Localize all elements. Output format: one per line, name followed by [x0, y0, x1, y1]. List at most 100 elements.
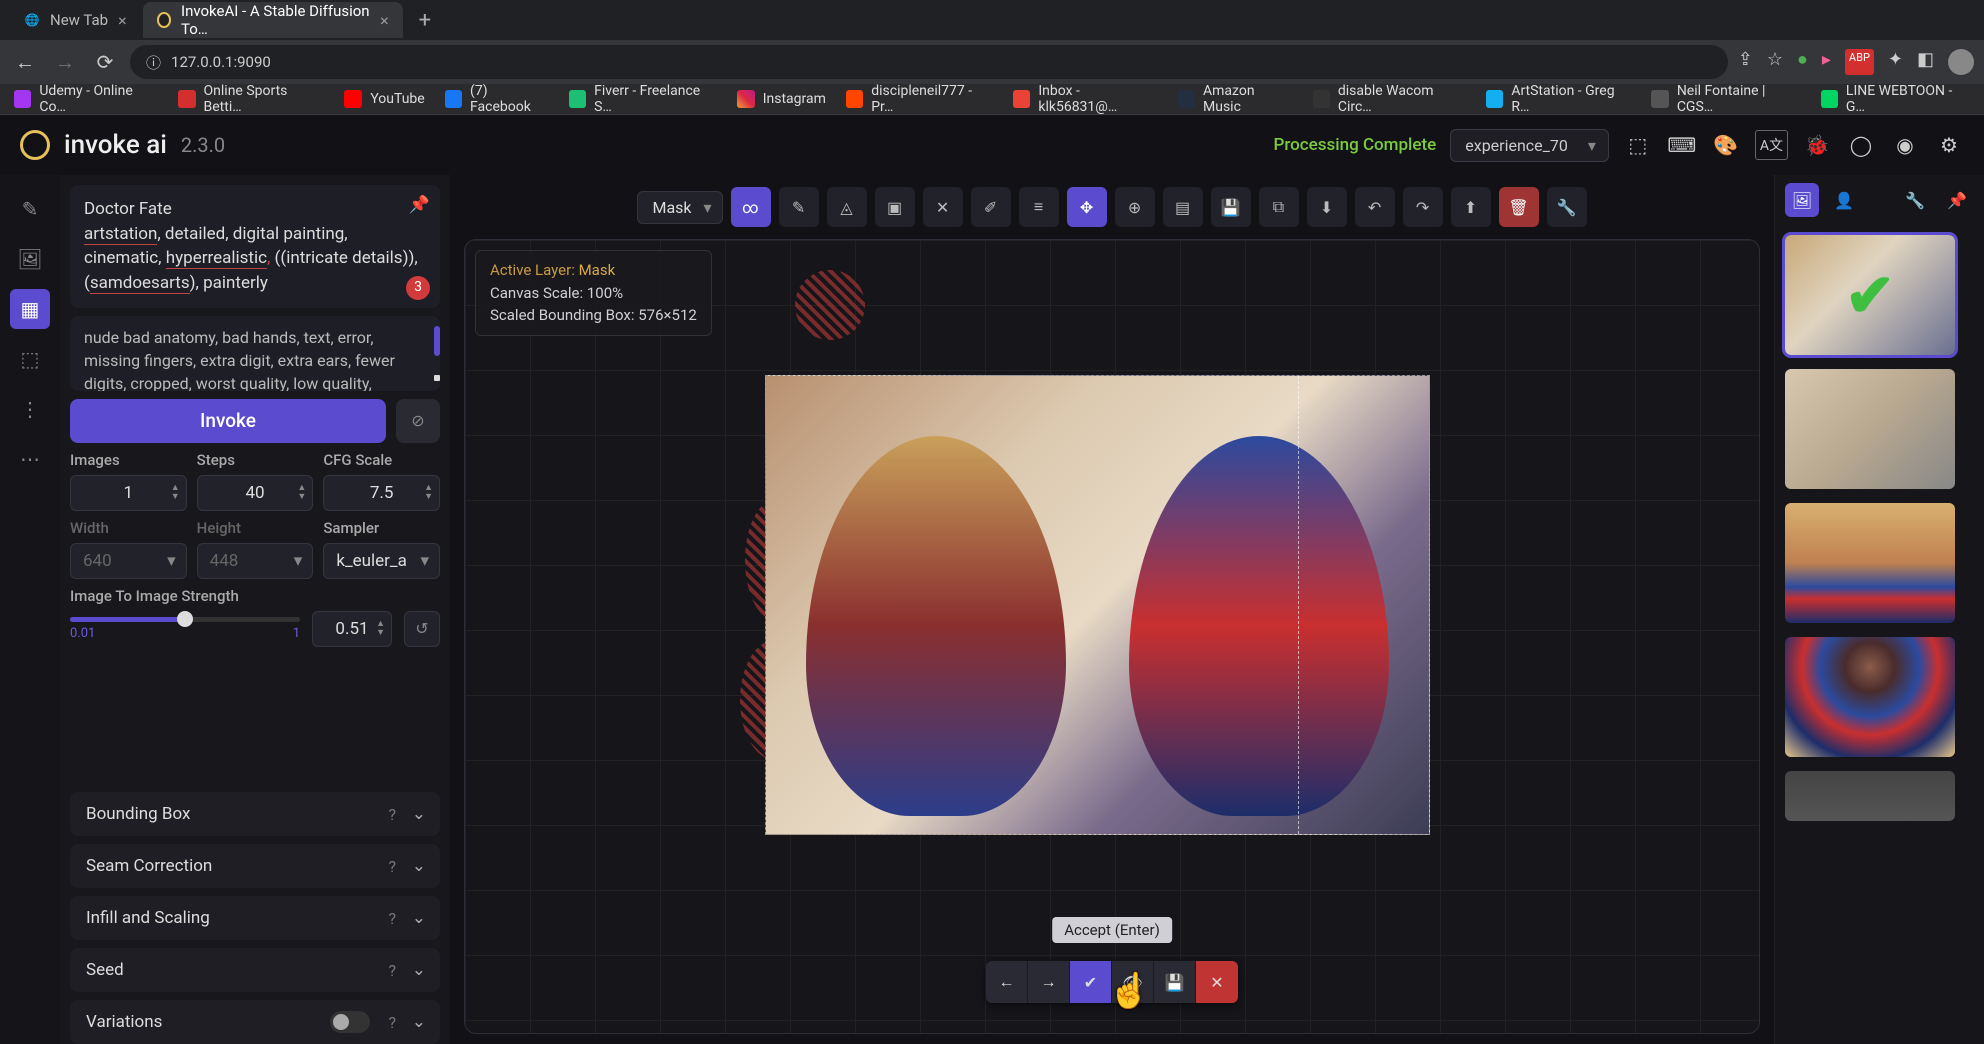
- share-icon[interactable]: ⇪: [1738, 49, 1753, 75]
- brush-options-button[interactable]: ≡: [1019, 187, 1059, 227]
- download-button[interactable]: ⬇: [1307, 187, 1347, 227]
- gallery-thumbnail[interactable]: ✔: [1785, 235, 1955, 355]
- bookmark[interactable]: YouTube: [344, 90, 424, 108]
- gallery-thumbnail[interactable]: [1785, 637, 1955, 757]
- back-button[interactable]: ←: [10, 47, 40, 77]
- bookmark[interactable]: LINE WEBTOON - G…: [1821, 84, 1970, 115]
- negative-prompt-input[interactable]: nude bad anatomy, bad hands, text, error…: [70, 316, 440, 391]
- invoke-button[interactable]: Invoke: [70, 399, 386, 443]
- images-input[interactable]: 1▲▼: [70, 475, 187, 511]
- bookmark[interactable]: discipleneil777 - Pr…: [846, 84, 993, 115]
- ext-icon[interactable]: ▸: [1822, 49, 1831, 75]
- staging-save-button[interactable]: 💾: [1154, 961, 1196, 1003]
- staging-prev-button[interactable]: ←: [986, 961, 1028, 1003]
- infill-scaling-accordion[interactable]: Infill and Scaling?⌄: [70, 896, 440, 940]
- canvas-viewport[interactable]: Active Layer: Mask Canvas Scale: 100% Sc…: [464, 239, 1760, 1034]
- clear-canvas-button[interactable]: 🗑: [1499, 187, 1539, 227]
- i2i-strength-input[interactable]: 0.51▲▼: [312, 611, 392, 647]
- staging-toggle-button[interactable]: 👁: [1112, 961, 1154, 1003]
- txt2img-tab[interactable]: ✎: [10, 189, 50, 229]
- variations-accordion[interactable]: Variations?⌄: [70, 1000, 440, 1044]
- bug-icon[interactable]: 🐞: [1802, 130, 1832, 160]
- generated-image[interactable]: [765, 375, 1430, 835]
- gallery-thumbnail[interactable]: [1785, 771, 1955, 821]
- seam-correction-accordion[interactable]: Seam Correction?⌄: [70, 844, 440, 888]
- site-info-icon[interactable]: ⓘ: [146, 52, 161, 73]
- height-select[interactable]: 448: [197, 543, 314, 579]
- profile-icon[interactable]: [1948, 49, 1974, 75]
- cfg-input[interactable]: 7.5▲▼: [323, 475, 440, 511]
- bookmark[interactable]: Fiverr - Freelance S…: [569, 84, 717, 115]
- mask-options-button[interactable]: ∞: [731, 187, 771, 227]
- img2img-tab[interactable]: 🖼: [10, 239, 50, 279]
- eraser-tool[interactable]: ◬: [827, 187, 867, 227]
- scrollbar[interactable]: [434, 326, 440, 381]
- reset-button[interactable]: ↺: [404, 611, 440, 647]
- save-to-gallery-button[interactable]: 💾: [1211, 187, 1251, 227]
- positive-prompt-input[interactable]: 📌 Doctor Fate artstation, detailed, digi…: [70, 185, 440, 308]
- stepper-icon[interactable]: ▲▼: [171, 484, 180, 502]
- forward-button[interactable]: →: [50, 47, 80, 77]
- model-select[interactable]: experience_70: [1450, 129, 1609, 162]
- variations-toggle[interactable]: [330, 1011, 370, 1033]
- brush-tool[interactable]: ✎: [779, 187, 819, 227]
- bookmark-icon[interactable]: ☆: [1767, 49, 1783, 75]
- theme-icon[interactable]: 🎨: [1711, 130, 1741, 160]
- info-icon[interactable]: ?: [388, 1013, 396, 1032]
- steps-input[interactable]: 40▲▼: [197, 475, 314, 511]
- bookmark[interactable]: Amazon Music: [1178, 84, 1293, 115]
- discord-icon[interactable]: ◉: [1890, 130, 1920, 160]
- stepper-icon[interactable]: ▲▼: [376, 620, 385, 638]
- github-icon[interactable]: ◯: [1846, 130, 1876, 160]
- color-picker-tool[interactable]: ✐: [971, 187, 1011, 227]
- settings-icon[interactable]: ⚙: [1934, 130, 1964, 160]
- move-tool[interactable]: ✥: [1067, 187, 1107, 227]
- clear-mask-button[interactable]: ✕: [923, 187, 963, 227]
- nodes-tab[interactable]: ⬚: [10, 339, 50, 379]
- reload-button[interactable]: ⟳: [90, 47, 120, 77]
- staging-accept-button[interactable]: ✔: [1070, 961, 1112, 1003]
- language-icon[interactable]: A文: [1755, 130, 1788, 160]
- stepper-icon[interactable]: ▲▼: [297, 484, 306, 502]
- postprocess-tab[interactable]: ⋮: [10, 389, 50, 429]
- close-icon[interactable]: ×: [380, 11, 389, 30]
- sidepanel-icon[interactable]: ◧: [1917, 49, 1934, 75]
- bookmark[interactable]: Online Sports Betti…: [178, 84, 324, 115]
- cancel-button[interactable]: ⊘: [396, 399, 440, 443]
- canvas-settings-button[interactable]: 🔧: [1547, 187, 1587, 227]
- width-select[interactable]: 640: [70, 543, 187, 579]
- reset-view-button[interactable]: ⊕: [1115, 187, 1155, 227]
- gallery-images-tab[interactable]: 🖼: [1785, 183, 1819, 217]
- training-tab[interactable]: ⋯: [10, 439, 50, 479]
- gallery-user-tab[interactable]: 👤: [1827, 183, 1861, 217]
- pin-icon[interactable]: 📌: [409, 193, 430, 218]
- info-icon[interactable]: ?: [388, 909, 396, 928]
- sampler-select[interactable]: k_euler_a: [323, 543, 440, 579]
- gallery-thumbnail[interactable]: [1785, 369, 1955, 489]
- bookmark[interactable]: Neil Fontaine | CGS…: [1651, 84, 1800, 115]
- merge-visible-button[interactable]: ▤: [1163, 187, 1203, 227]
- bookmark[interactable]: Instagram: [737, 90, 826, 108]
- info-icon[interactable]: ?: [388, 961, 396, 980]
- gallery-pin-icon[interactable]: 📌: [1940, 183, 1974, 217]
- browser-tab[interactable]: InvokeAI - A Stable Diffusion To… ×: [143, 2, 403, 38]
- extensions-icon[interactable]: ✦: [1888, 49, 1903, 75]
- bookmark[interactable]: disable Wacom Circ…: [1313, 84, 1466, 115]
- info-icon[interactable]: ?: [388, 857, 396, 876]
- cube-icon[interactable]: ⬚: [1623, 130, 1653, 160]
- i2i-strength-slider[interactable]: [70, 617, 300, 622]
- url-input[interactable]: ⓘ 127.0.0.1:9090: [130, 45, 1728, 79]
- unified-canvas-tab[interactable]: ▦: [10, 289, 50, 329]
- bounding-box-accordion[interactable]: Bounding Box?⌄: [70, 792, 440, 836]
- bookmark[interactable]: ArtStation - Greg R…: [1486, 84, 1632, 115]
- bookmark[interactable]: Udemy - Online Co…: [14, 84, 158, 115]
- info-icon[interactable]: ?: [388, 805, 396, 824]
- stepper-icon[interactable]: ▲▼: [424, 484, 433, 502]
- layer-select[interactable]: Mask: [637, 191, 722, 224]
- close-icon[interactable]: ×: [118, 11, 127, 30]
- redo-button[interactable]: ↷: [1403, 187, 1443, 227]
- gallery-settings-icon[interactable]: 🔧: [1898, 183, 1932, 217]
- upload-button[interactable]: ⬆: [1451, 187, 1491, 227]
- ext-icon[interactable]: ●: [1797, 49, 1808, 75]
- ext-icon[interactable]: ABP: [1845, 49, 1874, 75]
